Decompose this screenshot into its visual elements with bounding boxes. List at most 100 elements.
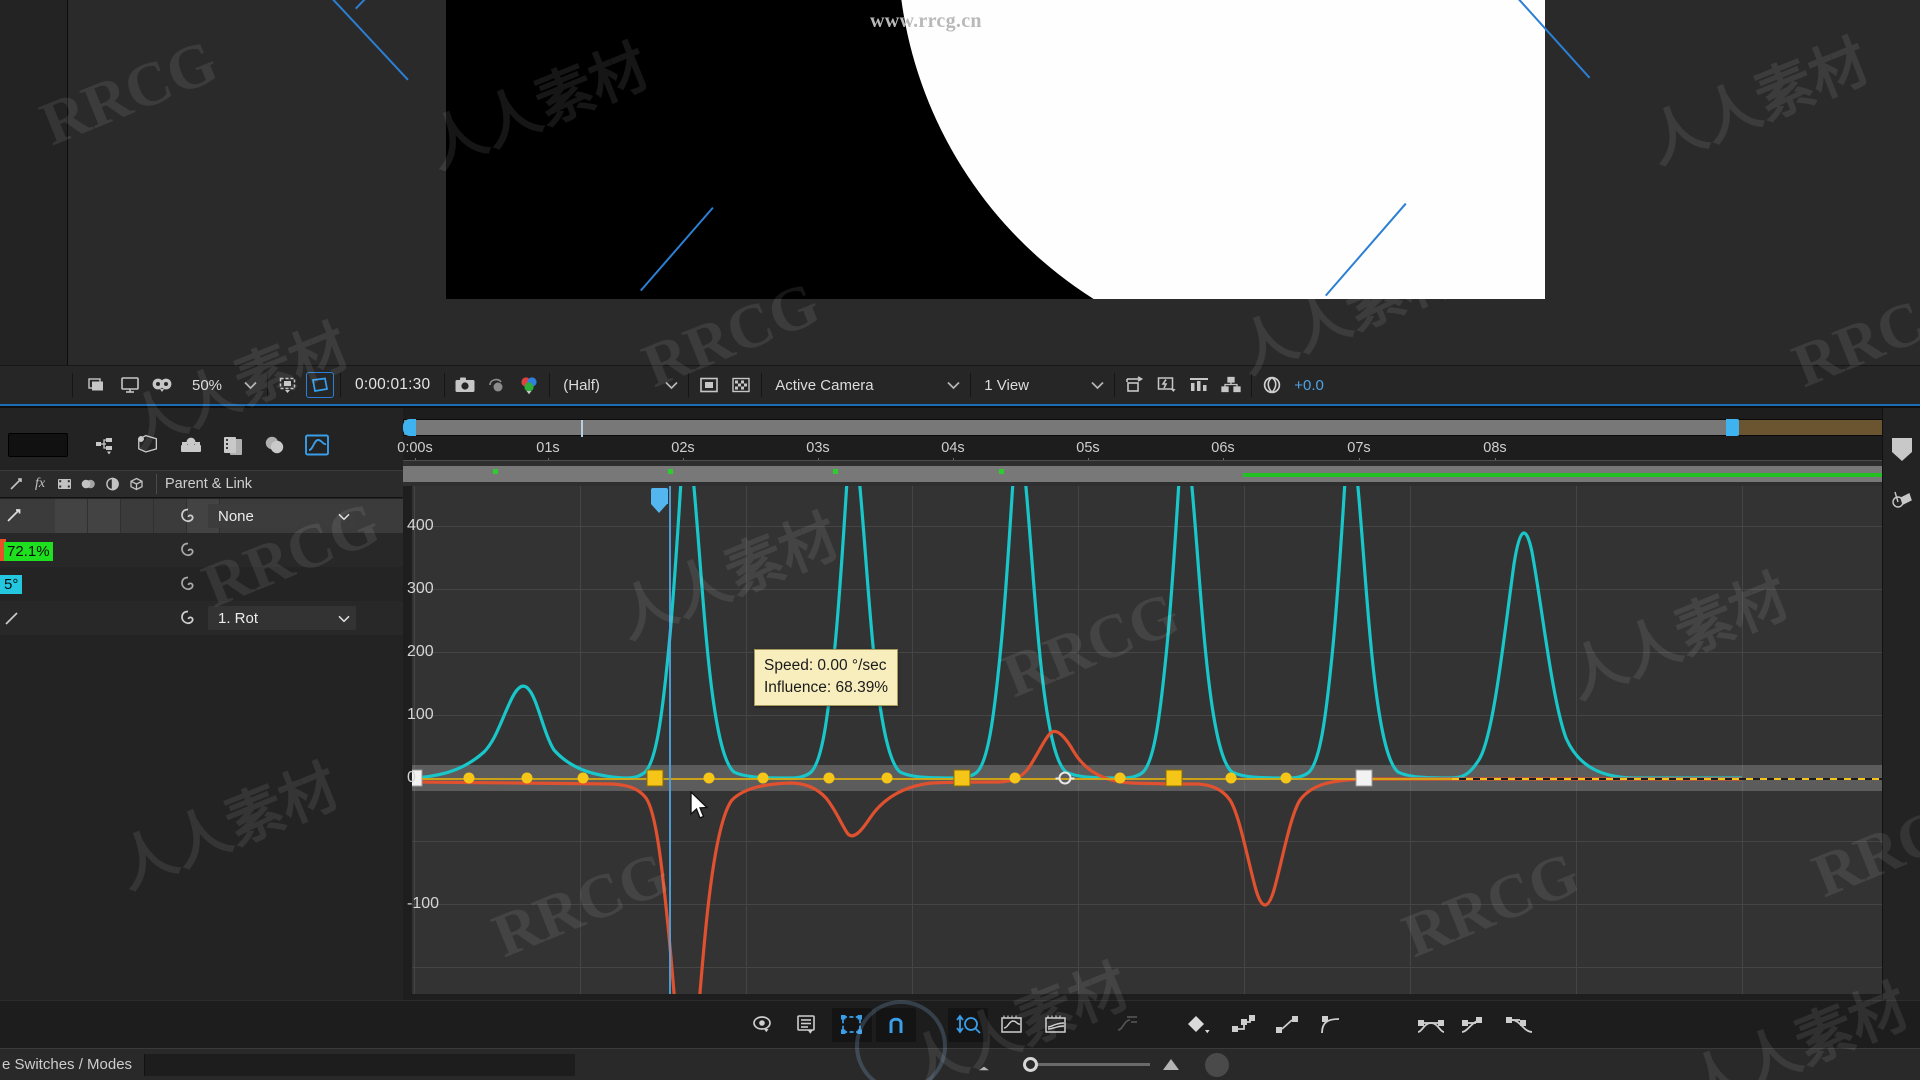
- region-of-interest-icon[interactable]: [275, 373, 301, 397]
- take-snapshot-icon[interactable]: [452, 373, 478, 397]
- graph-editor-icon[interactable]: [296, 428, 338, 462]
- work-area-start-handle[interactable]: [403, 419, 416, 436]
- zoom-slider-track[interactable]: [1030, 1062, 1151, 1066]
- show-hide-layers-icon[interactable]: [744, 1008, 784, 1042]
- zoom-slider-knob[interactable]: [1023, 1056, 1039, 1072]
- separate-dimensions-icon[interactable]: [1108, 1008, 1148, 1042]
- keyframe-marker[interactable]: [1165, 769, 1183, 787]
- view-layout-select[interactable]: 1 View: [975, 373, 1110, 397]
- current-timecode[interactable]: 0:00:01:30: [345, 376, 440, 394]
- convert-auto-bezier-icon[interactable]: [1312, 1008, 1352, 1042]
- time-ruler[interactable]: 0:00s 01s 02s 03s 04s 05s 06s 07s 08s: [397, 408, 1920, 465]
- toggle-transparency-icon[interactable]: [728, 373, 754, 397]
- keyframe-marker[interactable]: [1355, 769, 1373, 787]
- auto-zoom-icon[interactable]: [948, 1007, 988, 1042]
- keyframe-marker[interactable]: [521, 772, 533, 784]
- keyframe-marker[interactable]: [757, 772, 769, 784]
- 3d-renderer-icon[interactable]: [212, 428, 254, 462]
- parent-pickwhip-icon[interactable]: [178, 540, 198, 565]
- comp-marker-icon[interactable]: [1889, 486, 1915, 517]
- parent-select-row-3[interactable]: 1. Rot: [208, 606, 356, 630]
- easy-ease-out-icon[interactable]: [1500, 1008, 1540, 1042]
- chevron-down-icon: [338, 610, 350, 627]
- table-row[interactable]: 5°: [0, 567, 403, 601]
- comp-button-placeholder[interactable]: [1205, 1052, 1230, 1077]
- graph-editor[interactable]: Speed: 0.00 °/sec Influence: 68.39% 400 3…: [403, 486, 1920, 1008]
- search-input[interactable]: [8, 433, 68, 457]
- keyframe-marker[interactable]: [1114, 772, 1125, 784]
- fast-previews-icon[interactable]: [1154, 373, 1180, 397]
- motion-blur-icon[interactable]: [170, 428, 212, 462]
- toggle-mask-visibility-icon[interactable]: [149, 373, 175, 397]
- ruler-time-label: 07s: [1347, 440, 1371, 456]
- exposure-icon[interactable]: [1259, 373, 1285, 397]
- snap-icon[interactable]: [876, 1007, 916, 1042]
- enable-frame-blending-icon[interactable]: [128, 428, 170, 462]
- keyframe-marker[interactable]: [823, 772, 835, 784]
- show-snapshot-icon[interactable]: [484, 373, 510, 397]
- keyframe-marker[interactable]: [881, 772, 893, 784]
- keyframe-navigation-strip[interactable]: [403, 460, 1920, 486]
- resolution-select[interactable]: (Half): [554, 373, 684, 397]
- toggle-mask-paths-icon[interactable]: [696, 373, 722, 397]
- table-row[interactable]: None: [0, 499, 403, 533]
- pixel-aspect-correction-icon[interactable]: [1122, 373, 1148, 397]
- composition-frame[interactable]: [446, 0, 1545, 299]
- composition-viewer[interactable]: www.rrcg.cn: [0, 0, 1920, 400]
- zoom-out-icon[interactable]: [975, 1060, 997, 1078]
- layer-bar-marker-icon[interactable]: [1889, 436, 1915, 469]
- keyframe-marker[interactable]: [463, 772, 475, 784]
- zoom-select[interactable]: 50%: [183, 373, 263, 397]
- parent-pickwhip-icon[interactable]: [178, 608, 198, 633]
- graph-axis-label: 400: [407, 517, 434, 534]
- toggle-transparency-grid-icon[interactable]: [306, 372, 334, 398]
- work-area-bar[interactable]: [403, 419, 1905, 437]
- convert-hold-icon[interactable]: [1224, 1008, 1264, 1042]
- parent-pickwhip-icon[interactable]: [178, 574, 198, 599]
- table-row[interactable]: 72.1%: [0, 533, 403, 567]
- chevron-down-icon: [665, 377, 678, 394]
- table-row[interactable]: 1. Rot: [0, 601, 403, 635]
- edit-value-icon[interactable]: [1180, 1008, 1220, 1042]
- motion-blur-toggle-icon[interactable]: [4, 610, 20, 631]
- fit-selection-icon[interactable]: [992, 1008, 1032, 1042]
- zoom-in-icon[interactable]: [1160, 1055, 1186, 1078]
- collapse-transformations-icon[interactable]: [254, 428, 296, 462]
- motion-blur-col-icon: [4, 474, 28, 494]
- keyframe-marker[interactable]: [1009, 772, 1021, 784]
- parent-select-row-0[interactable]: None: [208, 504, 356, 528]
- scale-value-badge[interactable]: 72.1%: [4, 542, 53, 561]
- keyframe-marker[interactable]: [577, 772, 589, 784]
- shy-layers-icon[interactable]: [86, 428, 128, 462]
- playhead-marker[interactable]: [651, 488, 668, 513]
- choose-graph-type-icon[interactable]: [788, 1008, 828, 1042]
- fx-icon: fx: [34, 476, 46, 491]
- motion-blur-toggle-icon[interactable]: [6, 507, 22, 528]
- comp-flowchart-icon[interactable]: [1218, 373, 1244, 397]
- fit-all-graphs-icon[interactable]: [1036, 1008, 1076, 1042]
- show-channel-icon[interactable]: [516, 373, 542, 397]
- keyframe-marker[interactable]: [1280, 772, 1291, 784]
- graph-canvas[interactable]: Speed: 0.00 °/sec Influence: 68.39%: [412, 486, 1920, 994]
- keyframe-marker[interactable]: [953, 769, 971, 787]
- timeline-graph-icon[interactable]: [1186, 373, 1212, 397]
- easy-ease-icon[interactable]: [1412, 1008, 1452, 1042]
- always-preview-icon[interactable]: [85, 373, 111, 397]
- monitor-icon[interactable]: [117, 373, 143, 397]
- exposure-value[interactable]: +0.0: [1288, 377, 1324, 394]
- ruler-time-label: 0:00s: [397, 440, 433, 456]
- rotation-value-badge[interactable]: 5°: [0, 575, 23, 594]
- keyframe-marker[interactable]: [1055, 771, 1075, 785]
- work-area-end-handle[interactable]: [1726, 419, 1739, 436]
- parent-pickwhip-icon[interactable]: [178, 506, 198, 531]
- ruler-time-label: 06s: [1211, 440, 1235, 456]
- convert-linear-icon[interactable]: [1268, 1008, 1308, 1042]
- show-transform-box-icon[interactable]: [832, 1007, 872, 1042]
- keyframe-marker[interactable]: [646, 769, 664, 787]
- switches-modes-label[interactable]: e Switches / Modes: [0, 1056, 132, 1073]
- easy-ease-in-icon[interactable]: [1456, 1008, 1496, 1042]
- post-keyframe-dashed-path: [1452, 778, 1920, 780]
- camera-view-select[interactable]: Active Camera: [766, 373, 966, 397]
- keyframe-marker[interactable]: [703, 772, 715, 784]
- keyframe-marker[interactable]: [1225, 772, 1237, 784]
